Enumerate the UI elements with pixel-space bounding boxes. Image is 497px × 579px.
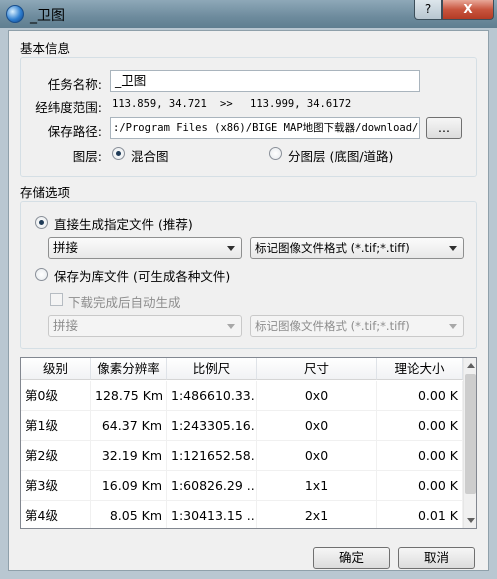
estimated-size-cell: 0.00 K xyxy=(377,441,463,471)
column-header-scale[interactable]: 比例尺 xyxy=(167,358,257,380)
scale-cell: 1:121652.58... xyxy=(167,441,257,471)
layer-label: 图层: xyxy=(72,149,102,164)
level-cell: 第1级 xyxy=(21,411,91,441)
range-arrow: >> xyxy=(220,98,233,110)
estimated-size-cell: 0.00 K xyxy=(377,411,463,441)
size-cell: 2x1 xyxy=(257,501,377,528)
task-name-input[interactable]: _卫图 xyxy=(110,70,420,92)
resolution-cell: 8.05 Km xyxy=(91,501,167,528)
scrollbar-thumb[interactable] xyxy=(465,374,476,494)
library-mode-select[interactable]: 拼接 xyxy=(48,315,242,337)
scale-cell: 1:486610.33... xyxy=(167,381,257,411)
size-cell: 0x0 xyxy=(257,411,377,441)
storage-heading: 存储选项 xyxy=(20,185,71,200)
ok-button[interactable]: 确定 xyxy=(313,547,390,569)
auto-generate-checkbox[interactable] xyxy=(50,293,63,306)
direct-format-value: 标记图像文件格式 (*.tif;*.tiff) xyxy=(255,241,410,255)
library-file-radio[interactable] xyxy=(35,268,48,281)
table-row[interactable]: 第3级 16.09 Km 1:60826.29 ... 1x1 0.00 K xyxy=(21,471,463,501)
library-file-label[interactable]: 保存为库文件 (可生成各种文件) xyxy=(54,266,230,285)
size-cell: 0x0 xyxy=(257,381,377,411)
direct-generate-label[interactable]: 直接生成指定文件 (推荐) xyxy=(54,214,193,233)
table-row[interactable]: 第0级 128.75 Km 1:486610.33... 0x0 0.00 K xyxy=(21,381,463,411)
layer-mixed-radio[interactable] xyxy=(112,147,125,160)
direct-generate-radio[interactable] xyxy=(35,216,48,229)
resolution-cell: 16.09 Km xyxy=(91,471,167,501)
range-label: 经纬度范围: xyxy=(35,100,102,115)
layer-split-radio[interactable] xyxy=(269,147,282,160)
estimated-size-cell: 0.00 K xyxy=(377,381,463,411)
column-header-resolution[interactable]: 像素分辨率 xyxy=(91,358,167,380)
task-name-label: 任务名称: xyxy=(47,77,102,92)
level-cell: 第4级 xyxy=(21,501,91,528)
scale-cell: 1:30413.15 ... xyxy=(167,501,257,528)
chevron-down-icon xyxy=(227,246,235,251)
help-button[interactable]: ? xyxy=(414,0,442,20)
layer-split-label[interactable]: 分图层 (底图/道路) xyxy=(288,146,393,165)
chevron-down-icon xyxy=(449,246,457,251)
range-to-value: 113.999, 34.6172 xyxy=(250,98,352,110)
level-cell: 第0级 xyxy=(21,381,91,411)
column-header-size[interactable]: 尺寸 xyxy=(257,358,377,380)
table-row[interactable]: 第4级 8.05 Km 1:30413.15 ... 2x1 0.01 K xyxy=(21,501,463,528)
size-cell: 0x0 xyxy=(257,441,377,471)
scroll-up-icon[interactable] xyxy=(467,363,475,368)
close-button[interactable]: X xyxy=(442,0,494,20)
column-header-level[interactable]: 级别 xyxy=(21,358,91,380)
globe-icon xyxy=(6,5,24,23)
save-path-input[interactable]: :/Program Files (x86)/BIGE MAP地图下载器/down… xyxy=(110,117,420,139)
library-mode-value: 拼接 xyxy=(53,318,79,333)
chevron-down-icon xyxy=(227,324,235,329)
column-header-estimated-size[interactable]: 理论大小 xyxy=(377,358,463,380)
scale-cell: 1:60826.29 ... xyxy=(167,471,257,501)
window-title: _卫图 xyxy=(30,8,65,24)
direct-mode-select[interactable]: 拼接 xyxy=(48,237,242,259)
size-cell: 1x1 xyxy=(257,471,377,501)
table-row[interactable]: 第1级 64.37 Km 1:243305.16... 0x0 0.00 K xyxy=(21,411,463,441)
resolution-cell: 64.37 Km xyxy=(91,411,167,441)
library-format-select[interactable]: 标记图像文件格式 (*.tif;*.tiff) xyxy=(250,315,464,337)
levels-table[interactable]: 级别 像素分辨率 比例尺 尺寸 理论大小 第0级 128.75 Km 1:486… xyxy=(20,357,477,529)
cancel-button[interactable]: 取消 xyxy=(398,547,475,569)
library-format-value: 标记图像文件格式 (*.tif;*.tiff) xyxy=(255,319,410,333)
layer-mixed-label[interactable]: 混合图 xyxy=(131,146,169,165)
chevron-down-icon xyxy=(449,324,457,329)
direct-format-select[interactable]: 标记图像文件格式 (*.tif;*.tiff) xyxy=(250,237,464,259)
direct-mode-value: 拼接 xyxy=(53,240,79,255)
basic-info-heading: 基本信息 xyxy=(20,41,71,56)
resolution-cell: 128.75 Km xyxy=(91,381,167,411)
browse-button[interactable]: ... xyxy=(426,117,462,139)
scroll-down-icon[interactable] xyxy=(467,518,475,523)
save-path-label: 保存路径: xyxy=(47,124,102,139)
range-from-value: 113.859, 34.721 xyxy=(112,98,207,110)
level-cell: 第3级 xyxy=(21,471,91,501)
table-row[interactable]: 第2级 32.19 Km 1:121652.58... 0x0 0.00 K xyxy=(21,441,463,471)
resolution-cell: 32.19 Km xyxy=(91,441,167,471)
table-scrollbar[interactable] xyxy=(463,358,476,528)
auto-generate-label[interactable]: 下载完成后自动生成 xyxy=(68,292,181,311)
estimated-size-cell: 0.00 K xyxy=(377,471,463,501)
scale-cell: 1:243305.16... xyxy=(167,411,257,441)
estimated-size-cell: 0.01 K xyxy=(377,501,463,528)
level-cell: 第2级 xyxy=(21,441,91,471)
